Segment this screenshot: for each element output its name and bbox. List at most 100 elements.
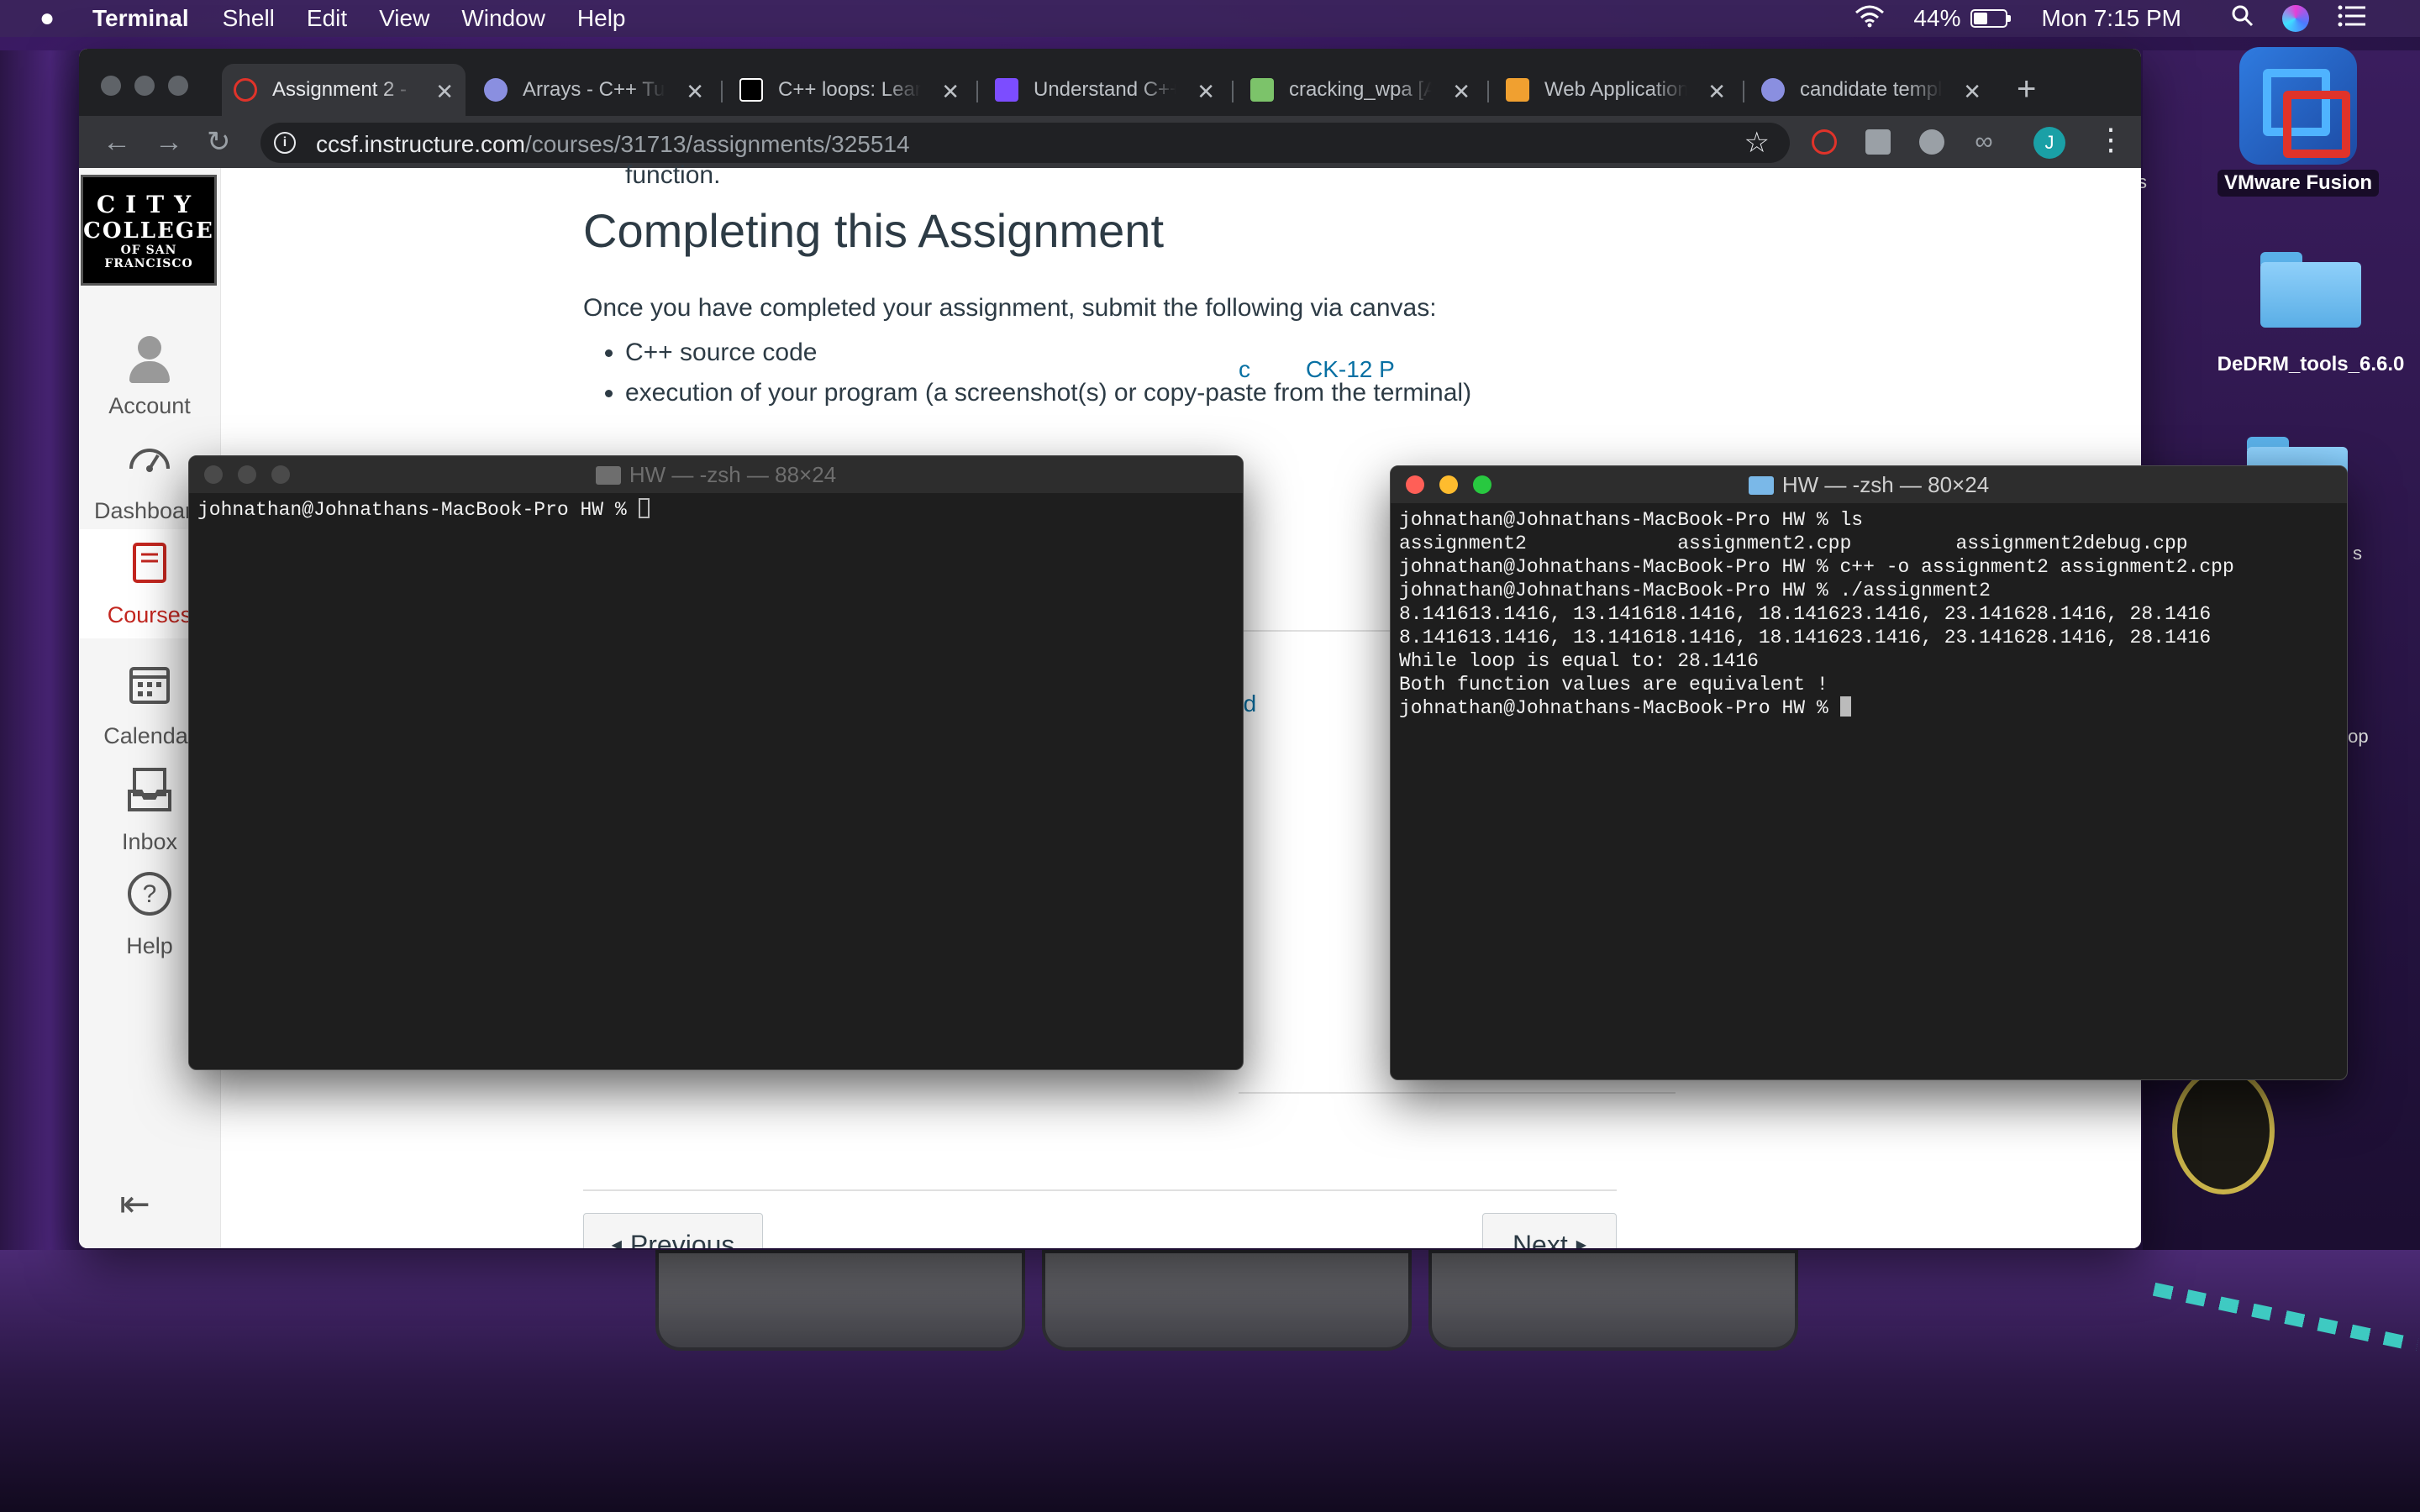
- terminal-cursor: [1839, 696, 1851, 717]
- codecademy-favicon-icon: [739, 78, 763, 102]
- tab-candidate-template[interactable]: candidate templ ✕: [1749, 64, 1993, 116]
- tab-cpp-loops[interactable]: C++ loops: Learn ✕: [728, 64, 971, 116]
- site-favicon-icon: [1506, 78, 1529, 102]
- terminal-title-bar[interactable]: HW — -zsh — 88×24: [189, 456, 1243, 493]
- next-label: Next: [1512, 1229, 1568, 1249]
- forward-arrow-icon[interactable]: →: [155, 126, 183, 158]
- triangle-left-icon: ◀: [611, 1238, 622, 1248]
- url-text[interactable]: ccsf.instructure.com/courses/31713/assig…: [316, 131, 910, 158]
- window-minimize-button[interactable]: [238, 465, 256, 484]
- extension-m-icon[interactable]: [1919, 129, 1944, 155]
- bookmark-star-icon[interactable]: ☆: [1744, 126, 1770, 160]
- battery-icon[interactable]: [1970, 9, 2012, 28]
- tab-close-icon[interactable]: ✕: [1452, 79, 1470, 105]
- tab-title: Arrays - C++ Tut: [523, 78, 666, 101]
- tab-close-icon[interactable]: ✕: [1197, 79, 1215, 105]
- window-close-button[interactable]: [101, 76, 121, 96]
- browser-menu-icon[interactable]: ⋮: [2096, 123, 2126, 156]
- site-info-icon[interactable]: i: [274, 132, 296, 154]
- extension-hat-icon[interactable]: [1865, 129, 1891, 155]
- address-bar[interactable]: i ccsf.instructure.com/courses/31713/ass…: [260, 123, 1790, 163]
- tab-title: Web Application: [1544, 78, 1687, 101]
- terminal-line: assignment2 assignment2.cpp assignment2d…: [1399, 533, 2188, 554]
- new-tab-plus-icon[interactable]: +: [2017, 72, 2036, 106]
- spotlight-search-icon[interactable]: [2232, 5, 2254, 33]
- tab-title: C++ loops: Learn: [778, 78, 921, 101]
- terminal-output[interactable]: johnathan@Johnathans-MacBook-Pro HW %: [197, 498, 1234, 522]
- tab-arrays[interactable]: Arrays - C++ Tut ✕: [472, 64, 716, 116]
- canvas-favicon-icon: [234, 78, 257, 102]
- tab-close-icon[interactable]: ✕: [686, 79, 704, 105]
- terminal-title-bar[interactable]: HW — -zsh — 80×24: [1391, 466, 2347, 503]
- notification-center-icon[interactable]: [2338, 4, 2391, 34]
- window-minimize-button[interactable]: [1439, 475, 1458, 494]
- siri-icon[interactable]: [2282, 5, 2309, 32]
- wifi-icon[interactable]: [1854, 4, 1885, 34]
- extension-infinity-icon[interactable]: ∞: [1971, 129, 1996, 155]
- tab-web-application[interactable]: Web Application ✕: [1494, 64, 1738, 116]
- folder-icon: [2260, 252, 2361, 328]
- window-close-button[interactable]: [204, 465, 223, 484]
- window-zoom-button[interactable]: [271, 465, 290, 484]
- terminal-window-right[interactable]: HW — -zsh — 80×24 johnathan@Johnathans-M…: [1390, 465, 2348, 1080]
- menu-window[interactable]: Window: [461, 5, 545, 32]
- menu-app-name[interactable]: Terminal: [92, 5, 189, 32]
- tab-assignment-2[interactable]: Assignment 2 - ✕: [222, 64, 466, 116]
- nav-account[interactable]: Account: [79, 336, 220, 419]
- resource-link[interactable]: CK-12 P: [1306, 356, 1395, 383]
- next-button[interactable]: Next ▶: [1482, 1213, 1617, 1248]
- window-zoom-button[interactable]: [1473, 475, 1491, 494]
- terminal-output[interactable]: johnathan@Johnathans-MacBook-Pro HW % ls…: [1399, 508, 2338, 720]
- url-path: /courses/31713/assignments/325514: [524, 131, 910, 157]
- terminal-line: 8.141613.1416, 13.141618.1416, 18.141623…: [1399, 627, 2212, 648]
- site-favicon-icon: [995, 78, 1018, 102]
- menu-bar: ● Terminal Shell Edit View Window Help 4…: [0, 0, 2420, 37]
- desktop-icon-label: DeDRM_tools_6.6.0: [2217, 353, 2405, 375]
- collapse-nav-icon[interactable]: ⇤: [119, 1183, 150, 1226]
- wallpaper-panel: [655, 1250, 1025, 1351]
- desktop-icon-vmware-fusion[interactable]: VMware Fusion: [2210, 47, 2386, 197]
- extension-red-icon[interactable]: [1812, 129, 1837, 155]
- apple-icon[interactable]: ●: [30, 6, 64, 31]
- terminal-line: johnathan@Johnathans-MacBook-Pro HW %: [197, 499, 639, 521]
- ccsf-logo[interactable]: CITY COLLEGE OF SAN FRANCISCO: [81, 175, 217, 286]
- folder-icon: [595, 466, 621, 485]
- terminal-title: HW — -zsh — 88×24: [629, 462, 837, 487]
- menu-view[interactable]: View: [379, 5, 429, 32]
- terminal-line: Both function values are equivalent !: [1399, 674, 1828, 696]
- tab-close-icon[interactable]: ✕: [1963, 79, 1981, 105]
- window-minimize-button[interactable]: [134, 76, 155, 96]
- previous-text-fragment: function.: [625, 161, 721, 189]
- tab-understand-cpp[interactable]: Understand C++ ✕: [983, 64, 1227, 116]
- tab-separator: [1743, 81, 1744, 102]
- terminal-title: HW — -zsh — 80×24: [1781, 472, 1990, 497]
- tab-title: cracking_wpa [A: [1289, 78, 1432, 101]
- tab-close-icon[interactable]: ✕: [941, 79, 960, 105]
- window-zoom-button[interactable]: [168, 76, 188, 96]
- previous-button[interactable]: ◀ Previous: [583, 1213, 763, 1248]
- tab-close-icon[interactable]: ✕: [435, 79, 454, 105]
- tab-cracking-wpa[interactable]: cracking_wpa [A ✕: [1239, 64, 1482, 116]
- profile-avatar[interactable]: J: [2033, 127, 2065, 159]
- menu-help[interactable]: Help: [577, 5, 626, 32]
- back-arrow-icon[interactable]: ←: [103, 126, 131, 158]
- reload-icon[interactable]: ↻: [207, 126, 231, 158]
- terminal-line: johnathan@Johnathans-MacBook-Pro HW % ./…: [1399, 580, 1991, 601]
- triangle-right-icon: ▶: [1576, 1238, 1587, 1248]
- window-close-button[interactable]: [1406, 475, 1424, 494]
- tab-separator: [1232, 81, 1234, 102]
- logo-line: CITY: [96, 191, 202, 218]
- menu-clock[interactable]: Mon 7:15 PM: [2041, 5, 2181, 32]
- help-question-icon: ?: [128, 872, 171, 916]
- tab-separator: [976, 81, 978, 102]
- menu-edit[interactable]: Edit: [307, 5, 347, 32]
- nav-label: Account: [108, 393, 191, 418]
- folder-icon: [2247, 437, 2348, 512]
- terminal-window-left[interactable]: HW — -zsh — 88×24 johnathan@Johnathans-M…: [188, 455, 1244, 1070]
- tab-close-icon[interactable]: ✕: [1707, 79, 1726, 105]
- terminal-line: While loop is equal to: 28.1416: [1399, 650, 1759, 672]
- desktop-icon-folder[interactable]: DeDRM_tools_6.6.0: [2202, 252, 2420, 378]
- menu-shell[interactable]: Shell: [223, 5, 275, 32]
- desktop-icon-folder-partial[interactable]: [2247, 437, 2348, 512]
- resource-link[interactable]: c: [1239, 356, 1250, 383]
